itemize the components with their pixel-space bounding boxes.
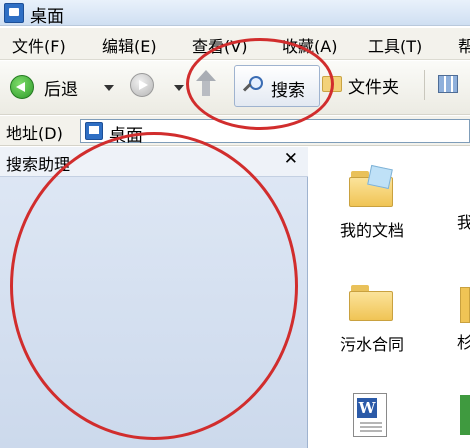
back-arrow-icon [10, 75, 34, 99]
menu-tools[interactable]: 工具(T) [368, 33, 422, 57]
partial-folder-icon[interactable] [460, 287, 470, 323]
magnifier-icon [242, 76, 264, 96]
word-document-icon: W [353, 393, 387, 437]
back-dropdown-arrow-icon[interactable] [104, 85, 114, 91]
search-label: 搜索 [271, 81, 305, 101]
search-button[interactable]: 搜索 [234, 65, 320, 107]
title-bar: 桌面 [0, 0, 470, 27]
close-icon[interactable]: ✕ [284, 149, 298, 169]
desktop-item-contract-folder[interactable]: 污水合同 [327, 277, 427, 357]
desktop-item-partial-label: 杉 [457, 333, 470, 352]
menu-bar: 文件(F) 编辑(E) 查看(V) 收藏(A) 工具(T) 帮 [0, 28, 470, 60]
desktop-item-word-document[interactable]: W [327, 387, 427, 448]
desktop-item-my-documents[interactable]: 我的文档 [327, 164, 427, 245]
folder-icon [349, 285, 393, 321]
desktop-item-label: 污水合同 [339, 335, 404, 354]
folders-button[interactable]: 文件夹 [322, 72, 418, 100]
toolbar-separator [424, 70, 425, 100]
menu-view[interactable]: 查看(V) [192, 33, 247, 57]
search-companion-pane: 搜索助理 ✕ [0, 147, 308, 448]
folders-label: 文件夹 [348, 78, 399, 98]
up-folder-icon[interactable] [196, 70, 216, 98]
address-label: 地址(D) [6, 124, 63, 143]
desktop-item-label: 我的文档 [339, 221, 404, 240]
forward-dropdown-arrow-icon[interactable] [174, 85, 184, 91]
address-value: 桌面 [109, 126, 143, 146]
partial-app-icon[interactable] [460, 395, 470, 435]
desktop-window-icon [4, 3, 24, 23]
window-title: 桌面 [30, 7, 64, 27]
address-input[interactable]: 桌面 [80, 119, 470, 146]
back-label: 后退 [44, 80, 78, 100]
desktop-content-area: 我的文档 污水合同 W 我 杉 [309, 147, 470, 448]
address-bar: 地址(D) 桌面 [0, 116, 470, 146]
desktop-item-partial-label: 我 [457, 213, 470, 232]
menu-help[interactable]: 帮 [458, 33, 470, 57]
desktop-location-icon [85, 122, 103, 140]
my-documents-folder-icon [349, 164, 393, 207]
menu-favorites[interactable]: 收藏(A) [282, 33, 337, 57]
menu-file[interactable]: 文件(F) [12, 33, 66, 57]
views-icon[interactable] [438, 75, 458, 93]
back-button[interactable]: 后退 [10, 73, 92, 101]
search-pane-header: 搜索助理 ✕ [0, 147, 308, 177]
forward-button[interactable] [130, 73, 154, 97]
folders-icon [322, 76, 342, 92]
search-pane-title: 搜索助理 [6, 155, 71, 174]
menu-edit[interactable]: 编辑(E) [102, 33, 157, 57]
